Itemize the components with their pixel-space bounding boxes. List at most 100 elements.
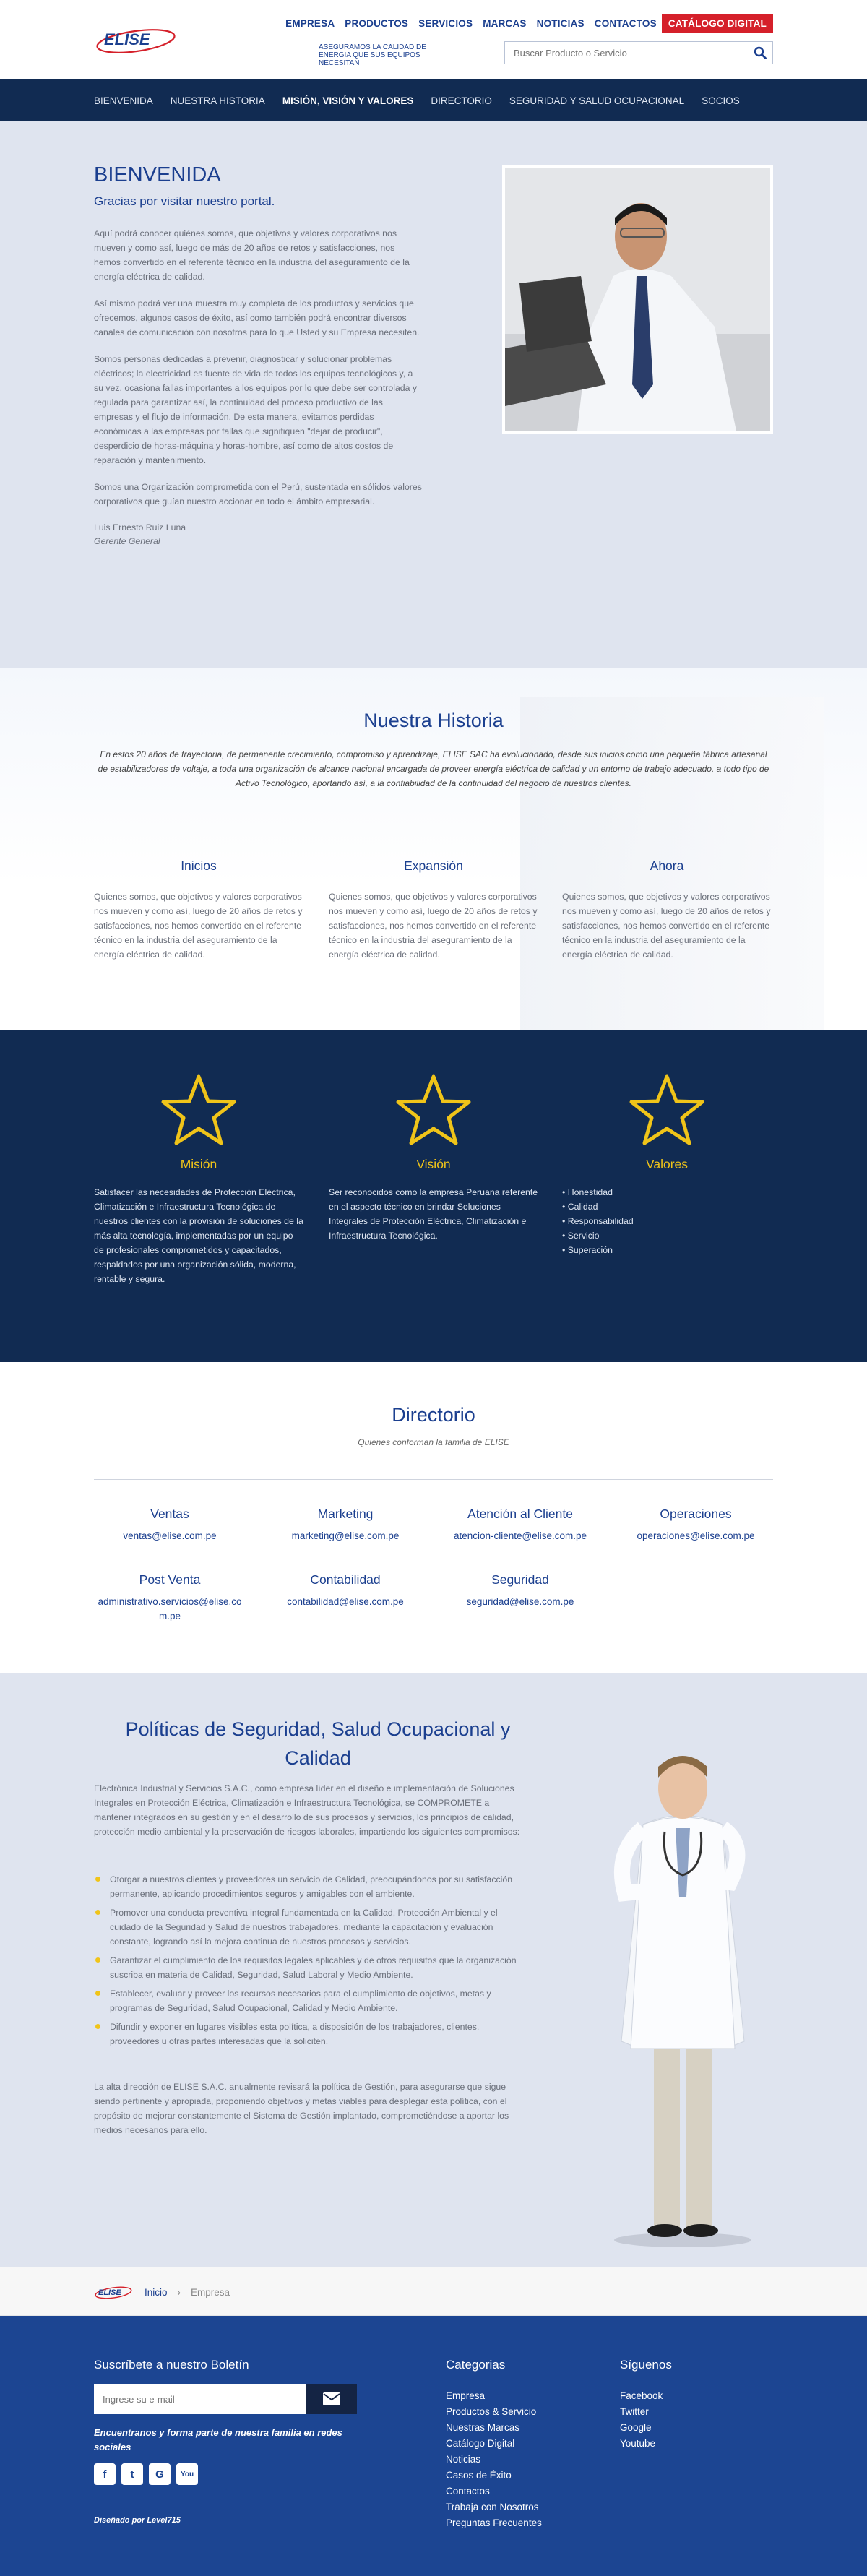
directory-email[interactable]: contabilidad@elise.com.pe [287, 1596, 404, 1607]
breadcrumb-home[interactable]: Inicio [144, 2287, 168, 2298]
twitter-icon[interactable]: t [121, 2463, 143, 2485]
values-item: Calidad [562, 1199, 772, 1214]
youtube-icon[interactable]: You [176, 2463, 198, 2485]
main-nav-bienvenida[interactable]: BIENVENIDA [94, 95, 153, 106]
history-column-text: Quienes somos, que objetivos y valores c… [562, 892, 771, 960]
star-icon [396, 1074, 471, 1145]
search-input[interactable] [505, 42, 748, 64]
values-list: Honestidad Calidad Responsabilidad Servi… [562, 1185, 772, 1257]
policies-item: Garantizar el cumplimiento de los requis… [94, 1953, 527, 1982]
directory-area: Post Venta [139, 1572, 201, 1587]
categories-list: Empresa Productos & Servicio Nuestras Ma… [446, 2388, 542, 2531]
mission-text: Satisfacer las necesidades de Protección… [94, 1187, 303, 1284]
policies-section: Políticas de Seguridad, Salud Ocupaciona… [0, 1673, 867, 2267]
header: ELISE Aseguramos la calidad de energía q… [0, 0, 867, 79]
categories-title: Categorias [446, 2358, 506, 2372]
history-column-title: Ahora [650, 858, 684, 873]
divider [94, 1479, 773, 1480]
directory-entry: Atención al Cliente atencion-cliente@eli… [441, 1507, 600, 1543]
footer-link-item: Facebook [620, 2388, 663, 2404]
top-nav-marcas[interactable]: MARCAS [478, 18, 531, 29]
footer-link[interactable]: Empresa [446, 2390, 485, 2401]
footer-link[interactable]: Casos de Éxito [446, 2470, 512, 2481]
footer-link-item: Twitter [620, 2404, 663, 2420]
history-column-title: Expansión [404, 858, 463, 873]
vision-text: Ser reconocidos como la empresa Peruana … [329, 1187, 538, 1241]
footer-link-item: Contactos [446, 2484, 542, 2499]
footer-social-link[interactable]: Twitter [620, 2406, 649, 2417]
star-icon [629, 1074, 704, 1145]
footer-link[interactable]: Preguntas Frecuentes [446, 2517, 542, 2528]
history-title: Nuestra Historia [363, 710, 504, 731]
values-item: Servicio [562, 1228, 772, 1243]
social-links: f t G You [94, 2463, 198, 2485]
policies-item: Promover una conducta preventiva integra… [94, 1905, 527, 1949]
footer-link-item: Trabaja con Nosotros [446, 2499, 542, 2515]
main-nav-seguridad[interactable]: SEGURIDAD Y SALUD OCUPACIONAL [509, 95, 684, 106]
history-column: Expansión Quienes somos, que objetivos y… [329, 858, 538, 962]
main-nav-mision[interactable]: MISIÓN, VISIÓN Y VALORES [282, 95, 414, 106]
top-nav-servicios[interactable]: SERVICIOS [413, 18, 478, 29]
directory-email[interactable]: operaciones@elise.com.pe [637, 1530, 754, 1541]
star-icon [161, 1074, 236, 1145]
top-nav-empresa[interactable]: EMPRESA [280, 18, 340, 29]
welcome-paragraph: Somos personas dedicadas a prevenir, dia… [94, 354, 418, 465]
policies-intro: Electrónica Industrial y Servicios S.A.C… [94, 1783, 520, 1837]
main-nav-directorio[interactable]: DIRECTORIO [431, 95, 492, 106]
footer: Suscríbete a nuestro Boletín Encuentrano… [0, 2316, 867, 2576]
values-item: Superación [562, 1243, 772, 1257]
vision-title: Visión [416, 1157, 451, 1171]
footer-social-link[interactable]: Facebook [620, 2390, 663, 2401]
signature-name: Luis Ernesto Ruiz Luna [94, 522, 186, 533]
elise-logo[interactable]: ELISE [94, 19, 181, 59]
signature-role: Gerente General [94, 536, 160, 546]
chevron-right-icon: › [177, 2286, 181, 2298]
svg-text:ELISE: ELISE [98, 2288, 121, 2297]
directory-email[interactable]: administrativo.servicios@elise.com.pe [90, 1595, 249, 1624]
footer-link[interactable]: Catálogo Digital [446, 2438, 514, 2449]
top-nav-productos[interactable]: PRODUCTOS [340, 18, 413, 29]
footer-link[interactable]: Trabaja con Nosotros [446, 2502, 539, 2512]
footer-link[interactable]: Noticias [446, 2454, 480, 2465]
mission-section: Misión Satisfacer las necesidades de Pro… [0, 1030, 867, 1362]
footer-link-item: Productos & Servicio [446, 2404, 542, 2420]
newsletter-title: Suscríbete a nuestro Boletín [94, 2358, 249, 2372]
history-column-text: Quienes somos, que objetivos y valores c… [94, 892, 303, 960]
google-plus-icon[interactable]: G [149, 2463, 171, 2485]
welcome-title: BIENVENIDA [94, 163, 221, 186]
directory-email[interactable]: atencion-cliente@elise.com.pe [454, 1530, 587, 1541]
footer-link-item: Nuestras Marcas [446, 2420, 542, 2436]
follow-title: Síguenos [620, 2358, 672, 2372]
directory-email[interactable]: ventas@elise.com.pe [123, 1530, 216, 1541]
main-nav-socios[interactable]: SOCIOS [702, 95, 740, 106]
facebook-icon[interactable]: f [94, 2463, 116, 2485]
main-nav-historia[interactable]: NUESTRA HISTORIA [171, 95, 265, 106]
directory-email[interactable]: seguridad@elise.com.pe [467, 1596, 574, 1607]
newsletter-email-input[interactable] [94, 2384, 306, 2414]
welcome-paragraph: Así mismo podrá ver una muestra muy comp… [94, 298, 420, 337]
breadcrumb-current: Empresa [191, 2286, 230, 2298]
main-nav: BIENVENIDA NUESTRA HISTORIA MISIÓN, VISI… [0, 79, 867, 121]
top-nav-noticias[interactable]: NOTICIAS [532, 18, 590, 29]
directory-entry: Marketing marketing@elise.com.pe [266, 1507, 425, 1543]
history-column: Inicios Quienes somos, que objetivos y v… [94, 858, 303, 962]
policies-item: Difundir y exponer en lugares visibles e… [94, 2020, 527, 2049]
footer-link[interactable]: Contactos [446, 2486, 490, 2497]
directory-entry: Seguridad seguridad@elise.com.pe [441, 1572, 600, 1609]
policies-outro: La alta dirección de ELISE S.A.C. anualm… [94, 2082, 509, 2135]
elise-logo-small[interactable]: ELISE [94, 2283, 134, 2301]
newsletter-form [94, 2384, 357, 2414]
top-nav-contactos[interactable]: CONTACTOS [590, 18, 662, 29]
footer-social-link[interactable]: Google [620, 2422, 652, 2433]
directory-email[interactable]: marketing@elise.com.pe [292, 1530, 400, 1541]
footer-link[interactable]: Productos & Servicio [446, 2406, 536, 2417]
footer-social-link[interactable]: Youtube [620, 2438, 655, 2449]
footer-link-item: Casos de Éxito [446, 2468, 542, 2484]
search-button[interactable] [748, 42, 772, 64]
newsletter-submit-button[interactable] [306, 2384, 357, 2414]
directory-area: Operaciones [660, 1507, 732, 1521]
history-column-title: Inicios [181, 858, 217, 873]
catalog-digital-button[interactable]: CATÁLOGO DIGITAL [661, 14, 773, 33]
footer-link[interactable]: Nuestras Marcas [446, 2422, 519, 2433]
top-nav: EMPRESA PRODUCTOS SERVICIOS MARCAS NOTIC… [280, 14, 773, 33]
